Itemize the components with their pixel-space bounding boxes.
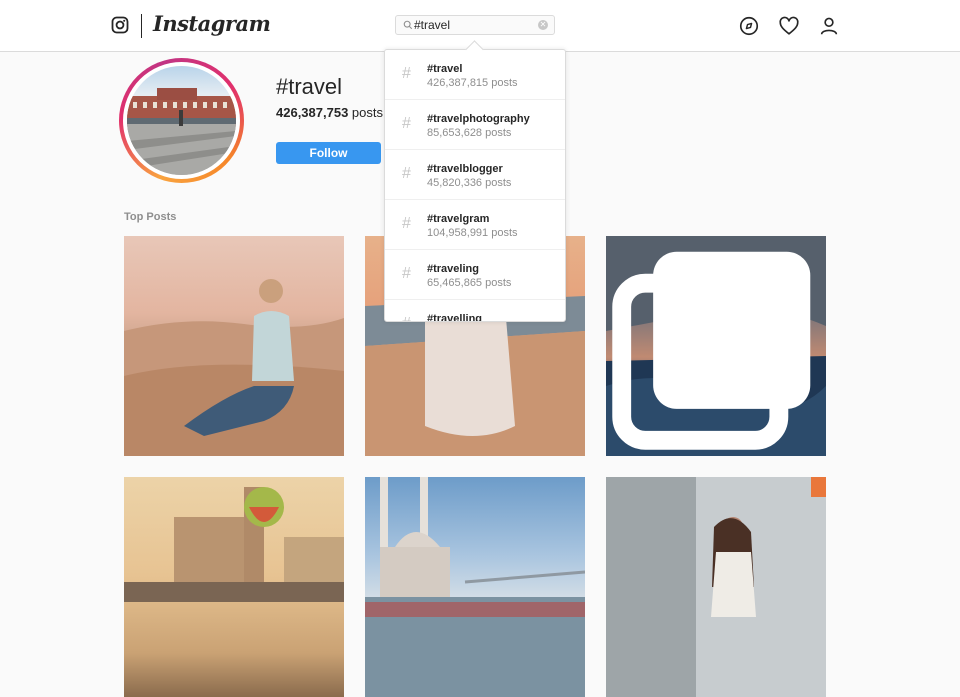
hashtag-avatar[interactable] (119, 58, 244, 183)
post-thumbnail[interactable] (124, 236, 344, 456)
search-results-dropdown: # #travel 426,387,815 posts # #travelpho… (384, 49, 566, 322)
top-posts-label: Top Posts (124, 211, 177, 223)
post-photo-woman-street (606, 477, 826, 697)
heart-icon[interactable] (778, 15, 800, 37)
result-name: #travel (427, 63, 463, 75)
result-name: #travelgram (427, 213, 490, 225)
clear-icon[interactable]: ✕ (538, 20, 548, 30)
hashtag-icon: # (402, 315, 411, 321)
result-name: #travelphotography (427, 113, 530, 125)
search-icon (403, 20, 413, 30)
hashtag-icon: # (402, 65, 411, 82)
compass-icon[interactable] (738, 15, 760, 37)
instagram-wordmark[interactable]: Instagram (153, 11, 271, 36)
search-box[interactable]: ✕ (395, 15, 555, 35)
post-photo-woman-desert (124, 279, 344, 456)
search-result-item[interactable]: # #travelphotography 85,653,628 posts (385, 100, 565, 150)
hashtag-icon: # (402, 265, 411, 282)
post-thumbnail[interactable] (124, 477, 344, 697)
post-thumbnail[interactable] (365, 477, 585, 697)
result-name: #travelling (427, 313, 483, 322)
profile-icon[interactable] (818, 15, 840, 37)
avatar-border (123, 62, 240, 179)
avatar-photo (127, 88, 236, 175)
search-input[interactable] (414, 17, 532, 33)
avatar-image (127, 66, 236, 175)
instagram-glyph-icon[interactable] (111, 16, 129, 34)
result-count: 65,465,865 posts (427, 277, 512, 289)
post-count-label: posts (351, 105, 383, 120)
result-name: #travelblogger (427, 163, 503, 175)
post-photo-balloon-church (124, 487, 344, 602)
post-thumbnail[interactable] (606, 236, 826, 456)
result-count: 45,820,336 posts (427, 177, 512, 189)
post-photo-mosque-bridge (365, 477, 585, 697)
post-count-number: 426,387,753 (276, 105, 349, 120)
follow-button[interactable]: Follow (276, 142, 381, 164)
hashtag-icon: # (402, 215, 411, 232)
result-count: 85,653,628 posts (427, 127, 512, 139)
result-name: #traveling (427, 263, 479, 275)
post-count: 426,387,753 posts (276, 105, 383, 120)
search-result-item[interactable]: # #traveling 65,465,865 posts (385, 250, 565, 300)
result-count: 426,387,815 posts (427, 77, 518, 89)
post-thumbnail[interactable] (606, 477, 826, 697)
search-result-item[interactable]: # #travelling (385, 300, 565, 322)
top-nav-bar: Instagram ✕ (0, 0, 960, 52)
logo-divider (141, 14, 142, 38)
search-result-item[interactable]: # #travelblogger 45,820,336 posts (385, 150, 565, 200)
multiple-photos-icon (612, 251, 811, 450)
hashtag-icon: # (402, 165, 411, 182)
hashtag-icon: # (402, 115, 411, 132)
search-result-item[interactable]: # #travelgram 104,958,991 posts (385, 200, 565, 250)
hashtag-title: #travel (276, 74, 343, 99)
result-count: 104,958,991 posts (427, 227, 518, 239)
